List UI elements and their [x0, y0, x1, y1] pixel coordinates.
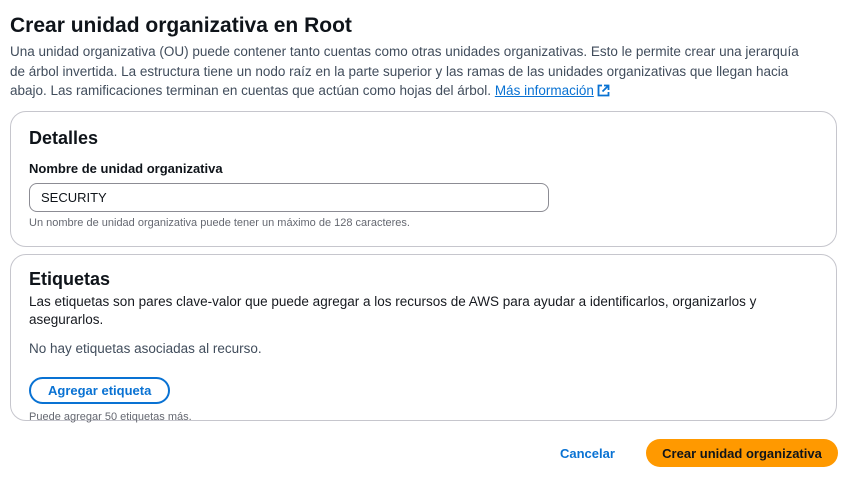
page-title: Crear unidad organizativa en Root — [10, 14, 352, 37]
ou-name-hint: Un nombre de unidad organizativa puede t… — [29, 217, 410, 229]
external-link-icon — [597, 83, 610, 103]
page-description: Una unidad organizativa (OU) puede conte… — [10, 42, 810, 103]
cancel-button[interactable]: Cancelar — [548, 443, 627, 463]
details-heading: Detalles — [29, 128, 99, 148]
tags-panel: Etiquetas Las etiquetas son pares clave-… — [10, 254, 837, 423]
more-info-link[interactable]: Más información — [495, 83, 610, 98]
tags-heading: Etiquetas — [29, 269, 111, 289]
description-text: Una unidad organizativa (OU) puede conte… — [10, 44, 799, 98]
tags-remaining-hint: Puede agregar 50 etiquetas más. — [29, 411, 192, 423]
add-tag-button[interactable]: Agregar etiqueta — [29, 377, 171, 404]
ou-name-label: Nombre de unidad organizativa — [29, 161, 223, 176]
create-ou-page: Crear unidad organizativa en Root Una un… — [0, 0, 851, 479]
create-ou-button[interactable]: Crear unidad organizativa — [646, 439, 838, 467]
tags-description: Las etiquetas son pares clave-valor que … — [29, 294, 757, 327]
more-info-label: Más información — [494, 83, 594, 98]
ou-name-input[interactable] — [29, 183, 549, 212]
details-panel: Detalles Nombre de unidad organizativa U… — [10, 111, 837, 247]
no-tags-text: No hay etiquetas asociadas al recurso. — [29, 341, 262, 356]
